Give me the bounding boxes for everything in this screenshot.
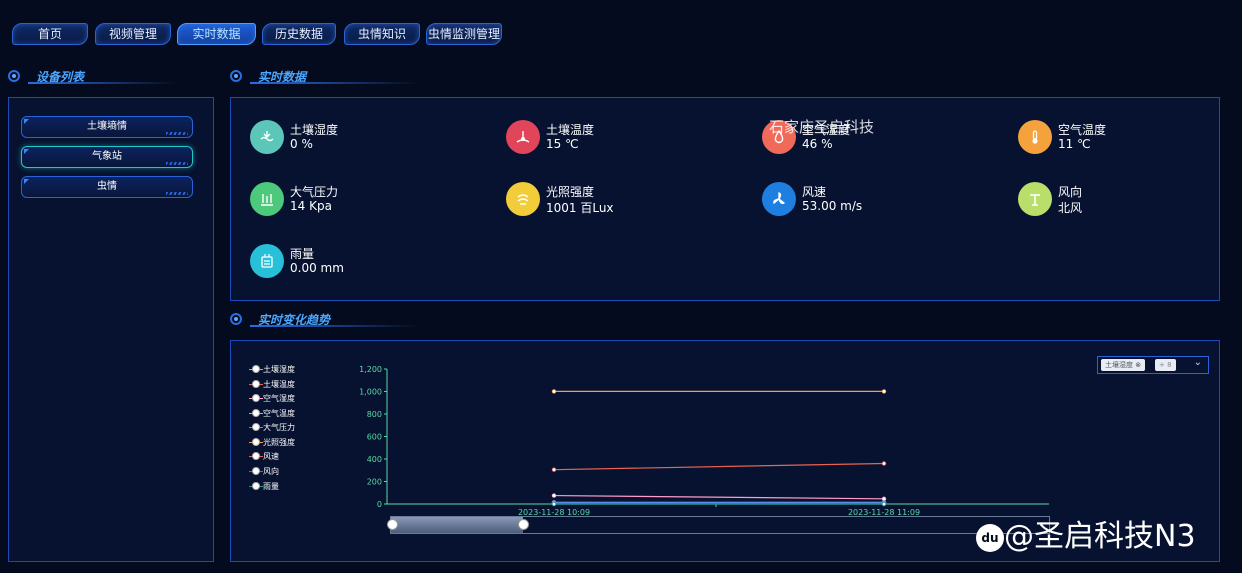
tab-pest-knowledge[interactable]: 虫情知识 [344, 23, 420, 45]
metric-label: 风向 [1058, 185, 1083, 199]
metric-label: 大气压力 [290, 185, 339, 199]
y-tick-label: 200 [367, 478, 382, 487]
metric-label: 雨量 [290, 247, 315, 261]
series-point [551, 501, 557, 507]
y-tick-label: 800 [367, 410, 382, 419]
wind-speed-icon [762, 182, 796, 216]
metric-label: 土壤温度 [546, 123, 595, 137]
metric-value: 11 ℃ [1058, 137, 1091, 151]
series-point [881, 389, 887, 394]
y-tick-label: 600 [367, 433, 382, 442]
y-tick-label: 1,200 [359, 365, 382, 374]
metric-value: 53.00 m/s [802, 199, 863, 213]
tab-pest-monitoring[interactable]: 虫情监测管理 [426, 23, 502, 45]
company-overlay-text: 石家庄圣启科技 [769, 118, 875, 136]
pressure-icon [250, 182, 284, 216]
watermark: du @圣启科技N3 [976, 511, 1196, 555]
section-dot-icon [230, 313, 242, 325]
series-point [551, 389, 557, 394]
y-tick-label: 400 [367, 455, 382, 464]
device-list-header: 设备列表 [8, 67, 178, 87]
air-temperature-icon [1018, 120, 1052, 154]
zoom-slider-window[interactable] [391, 517, 523, 533]
series-point [881, 496, 887, 502]
rain-icon [250, 244, 284, 278]
device-item-soil[interactable]: 土壤墒情 [21, 116, 193, 138]
series-point [551, 467, 557, 472]
y-tick-label: 0 [377, 500, 382, 509]
metric-label: 光照强度 [546, 185, 595, 199]
wind-direction-icon [1018, 182, 1052, 216]
trend-header: 实时变化趋势 [230, 310, 420, 330]
light-icon [506, 182, 540, 216]
realtime-panel: 土壤湿度 0 % 土壤温度 15 ℃ 空气湿度 46 % 空气温度 11 ℃ 大… [230, 97, 1220, 301]
metric-label: 风速 [802, 185, 827, 199]
tab-realtime[interactable]: 实时数据 [177, 23, 256, 45]
metric-value: 0.00 mm [290, 261, 344, 275]
zoom-handle-right[interactable] [518, 519, 529, 530]
section-dot-icon [8, 70, 20, 82]
zoom-handle-left[interactable] [387, 519, 398, 530]
metric-value: 15 ℃ [546, 137, 579, 151]
y-tick-label: 1,000 [359, 388, 382, 397]
series-line [553, 462, 885, 471]
section-dot-icon [230, 70, 242, 82]
device-list-panel: 土壤墒情 气象站 虫情 [8, 97, 214, 562]
device-item-weather-station[interactable]: 气象站 [21, 146, 193, 168]
tab-video[interactable]: 视频管理 [95, 23, 171, 45]
metric-value: 14 Kpa [290, 199, 332, 213]
soil-moisture-icon [250, 120, 284, 154]
metric-value: 1001 百Lux [546, 201, 614, 215]
realtime-title: 实时数据 [258, 70, 307, 84]
trend-title: 实时变化趋势 [258, 313, 331, 327]
metric-value: 北风 [1058, 201, 1083, 215]
metric-value: 0 % [290, 137, 313, 151]
zoom-slider[interactable] [387, 516, 1050, 534]
series-point [551, 493, 557, 498]
paw-logo-icon: du [976, 523, 1004, 552]
device-item-pest[interactable]: 虫情 [21, 176, 193, 198]
series-point [881, 501, 887, 507]
soil-temperature-icon [506, 120, 540, 154]
tab-history[interactable]: 历史数据 [262, 23, 336, 45]
metric-value: 46 % [802, 137, 833, 151]
realtime-header: 实时数据 [230, 67, 420, 87]
tab-home[interactable]: 首页 [12, 23, 88, 45]
metric-label: 土壤湿度 [290, 123, 339, 137]
series-point [881, 461, 887, 466]
device-list-title: 设备列表 [36, 70, 85, 84]
series-line [553, 494, 885, 500]
metric-label: 空气温度 [1058, 123, 1107, 137]
